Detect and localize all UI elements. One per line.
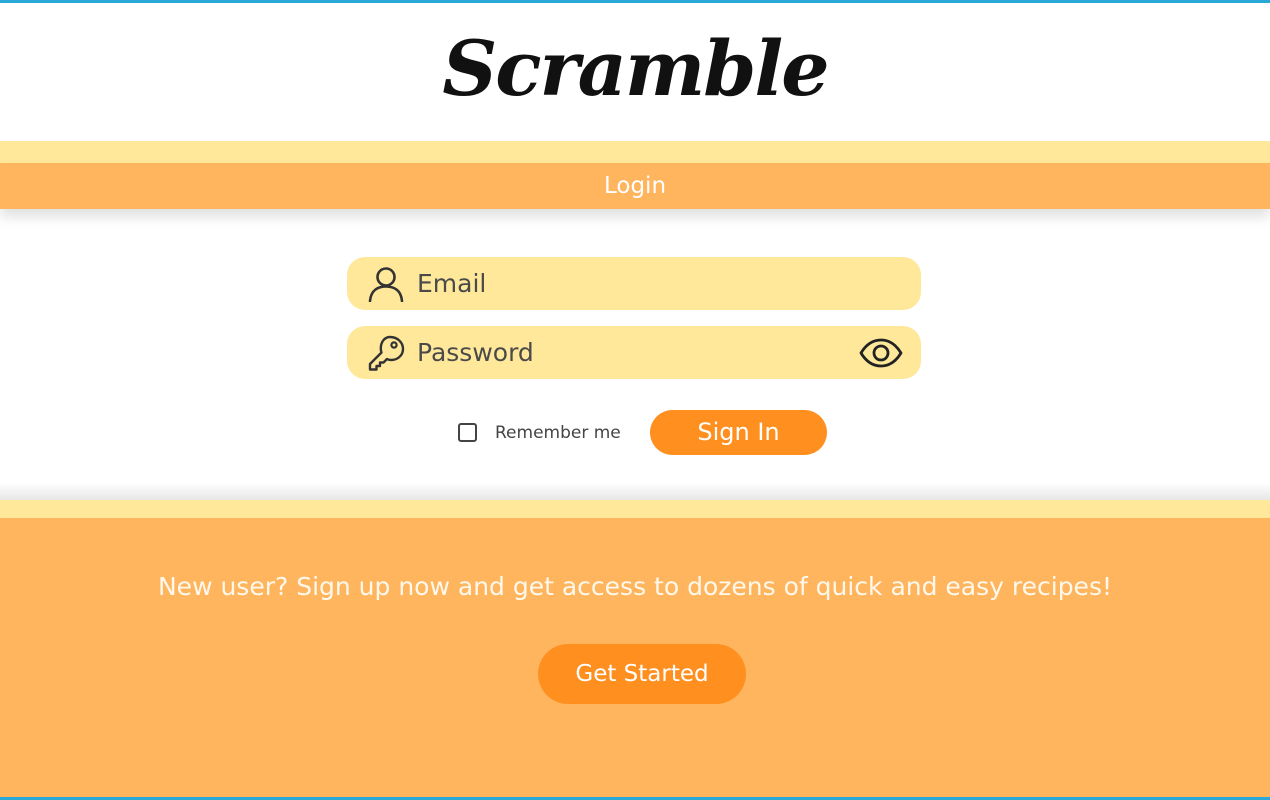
user-icon <box>368 267 404 302</box>
remember-me-label: Remember me <box>495 423 621 443</box>
signup-panel: New user? Sign up now and get access to … <box>0 518 1270 797</box>
key-icon <box>368 335 405 371</box>
email-field[interactable] <box>347 257 921 310</box>
email-input[interactable] <box>417 257 837 310</box>
eye-icon[interactable] <box>859 338 903 368</box>
remember-me-checkbox[interactable] <box>458 423 477 442</box>
password-field[interactable] <box>347 326 921 379</box>
sign-in-button[interactable]: Sign In <box>650 410 827 455</box>
title-bar: Login <box>0 163 1270 209</box>
yellow-band-bottom <box>0 500 1270 518</box>
page-title: Login <box>603 173 667 199</box>
scramble-logo: Scramble <box>442 24 829 113</box>
login-page: Scramble Login Remember me Sign In N <box>0 0 1270 800</box>
password-input[interactable] <box>417 326 837 379</box>
get-started-button[interactable]: Get Started <box>538 644 746 704</box>
yellow-band-top <box>0 141 1270 163</box>
section-divider-shadow <box>0 483 1270 501</box>
signup-promo-text: New user? Sign up now and get access to … <box>157 572 1112 601</box>
logo-header: Scramble <box>0 3 1270 141</box>
